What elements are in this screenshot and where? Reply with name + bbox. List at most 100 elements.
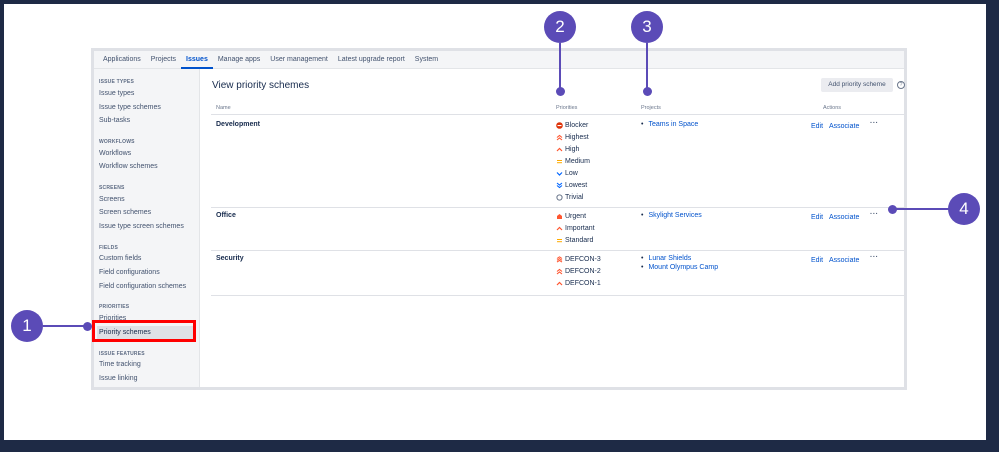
more-actions-button[interactable]: ··· <box>870 211 879 218</box>
top-nav: Applications Projects Issues Manage apps… <box>94 51 904 69</box>
sidebar-item-issue-linking[interactable]: Issue linking <box>99 375 138 382</box>
sidebar-item-screen-schemes[interactable]: Screen schemes <box>99 209 151 216</box>
row-divider <box>211 295 904 296</box>
sidebar-item-issue-type-screen-schemes[interactable]: Issue type screen schemes <box>99 223 184 230</box>
highest-icon <box>556 134 563 141</box>
sidebar-item-workflow-schemes[interactable]: Workflow schemes <box>99 163 158 170</box>
tab-system[interactable]: System <box>410 51 443 69</box>
lowest-icon <box>556 182 563 189</box>
sidebar-item-screens[interactable]: Screens <box>99 196 125 203</box>
priority-label: Standard <box>565 237 594 244</box>
priority-item: High <box>556 146 579 153</box>
sidebar-item-field-configuration-schemes[interactable]: Field configuration schemes <box>99 283 186 290</box>
sidebar-item-issue-type-schemes[interactable]: Issue type schemes <box>99 104 161 111</box>
callout-1-leader-line <box>43 325 85 327</box>
priority-item: Important <box>556 225 595 232</box>
tab-applications[interactable]: Applications <box>98 51 146 69</box>
page-title: View priority schemes <box>212 80 310 91</box>
column-header-projects: Projects <box>641 105 661 111</box>
tab-issues[interactable]: Issues <box>181 51 213 69</box>
priority-label: Highest <box>565 134 589 141</box>
associate-link[interactable]: Associate <box>829 123 859 130</box>
sidebar-heading-screens: SCREENS <box>99 185 125 191</box>
medium-icon <box>556 158 563 165</box>
defcon-1-icon <box>556 280 563 287</box>
trivial-icon <box>556 194 563 201</box>
project-name[interactable]: Lunar Shields <box>648 255 691 262</box>
blocker-icon <box>556 122 563 129</box>
tab-user-management[interactable]: User management <box>265 51 333 69</box>
priority-item: DEFCON-1 <box>556 280 601 287</box>
callout-3-leader-line <box>646 43 648 90</box>
add-priority-scheme-button[interactable]: Add priority scheme <box>821 78 893 92</box>
help-icon[interactable]: ? <box>897 81 905 89</box>
project-link[interactable]: • Skylight Services <box>641 212 702 219</box>
priority-label: Low <box>565 170 578 177</box>
defcon-3-icon <box>556 256 563 263</box>
edit-link[interactable]: Edit <box>811 214 823 221</box>
callout-4: 4 <box>948 193 980 225</box>
sidebar-item-workflows[interactable]: Workflows <box>99 150 131 157</box>
column-header-priorities: Priorities <box>556 105 578 111</box>
associate-link[interactable]: Associate <box>829 214 859 221</box>
priority-label: Blocker <box>565 122 589 129</box>
edit-link[interactable]: Edit <box>811 123 823 130</box>
tab-latest-upgrade-report[interactable]: Latest upgrade report <box>333 51 410 69</box>
priority-label: Trivial <box>565 194 584 201</box>
high-icon <box>556 146 563 153</box>
associate-link[interactable]: Associate <box>829 257 859 264</box>
column-header-actions: Actions <box>823 105 842 111</box>
screenshot-canvas: Applications Projects Issues Manage apps… <box>4 4 986 440</box>
column-header-name: Name <box>216 105 231 111</box>
sidebar-item-issue-types[interactable]: Issue types <box>99 90 134 97</box>
highlight-box <box>92 320 196 342</box>
more-actions-button[interactable]: ··· <box>870 254 879 261</box>
sidebar-heading-priorities: PRIORITIES <box>99 304 130 310</box>
more-actions-button[interactable]: ··· <box>870 120 879 127</box>
callout-4-leader-line <box>894 208 949 210</box>
priority-item: Lowest <box>556 182 587 189</box>
tab-projects[interactable]: Projects <box>146 51 181 69</box>
jira-admin-window: Applications Projects Issues Manage apps… <box>91 48 907 390</box>
sidebar-heading-issue-features: ISSUE FEATURES <box>99 351 145 357</box>
defcon-2-icon <box>556 268 563 275</box>
priority-label: Medium <box>565 158 590 165</box>
priority-item: DEFCON-2 <box>556 268 601 275</box>
project-link[interactable]: • Lunar Shields <box>641 255 691 262</box>
bullet: • <box>641 121 644 128</box>
callout-1-pointer-dot <box>83 322 92 331</box>
main-content: View priority schemes Add priority schem… <box>200 69 905 387</box>
sidebar-item-field-configurations[interactable]: Field configurations <box>99 269 160 276</box>
tab-manage-apps[interactable]: Manage apps <box>213 51 265 69</box>
important-icon <box>556 225 563 232</box>
project-name[interactable]: Teams in Space <box>648 121 698 128</box>
project-link[interactable]: • Teams in Space <box>641 121 698 128</box>
callout-2: 2 <box>544 11 576 43</box>
callout-2-pointer-dot <box>556 87 565 96</box>
priority-item: Trivial <box>556 194 583 201</box>
project-link[interactable]: • Mount Olympus Camp <box>641 264 718 271</box>
scheme-name: Development <box>216 121 260 128</box>
priority-label: Urgent <box>565 213 587 220</box>
priority-item: Blocker <box>556 122 588 129</box>
callout-3: 3 <box>631 11 663 43</box>
priority-item: Standard <box>556 237 593 244</box>
callout-4-pointer-dot <box>888 205 897 214</box>
priority-label: DEFCON-2 <box>565 268 601 275</box>
edit-link[interactable]: Edit <box>811 257 823 264</box>
callout-3-pointer-dot <box>643 87 652 96</box>
project-name[interactable]: Mount Olympus Camp <box>648 264 718 271</box>
callout-2-leader-line <box>559 43 561 90</box>
project-name[interactable]: Skylight Services <box>648 212 701 219</box>
sidebar-item-time-tracking[interactable]: Time tracking <box>99 361 141 368</box>
priority-item: Highest <box>556 134 589 141</box>
bullet: • <box>641 212 644 219</box>
priority-item: Low <box>556 170 578 177</box>
priority-label: High <box>565 146 580 153</box>
sidebar-heading-issue-types: ISSUE TYPES <box>99 79 134 85</box>
priority-item: Urgent <box>556 213 586 220</box>
table-row: Office Urgent Important Standard • Skylig… <box>211 208 904 250</box>
table-row: Development Blocker Highest High Medium <box>211 115 904 207</box>
sidebar-item-custom-fields[interactable]: Custom fields <box>99 255 141 262</box>
sidebar-item-sub-tasks[interactable]: Sub-tasks <box>99 117 130 124</box>
